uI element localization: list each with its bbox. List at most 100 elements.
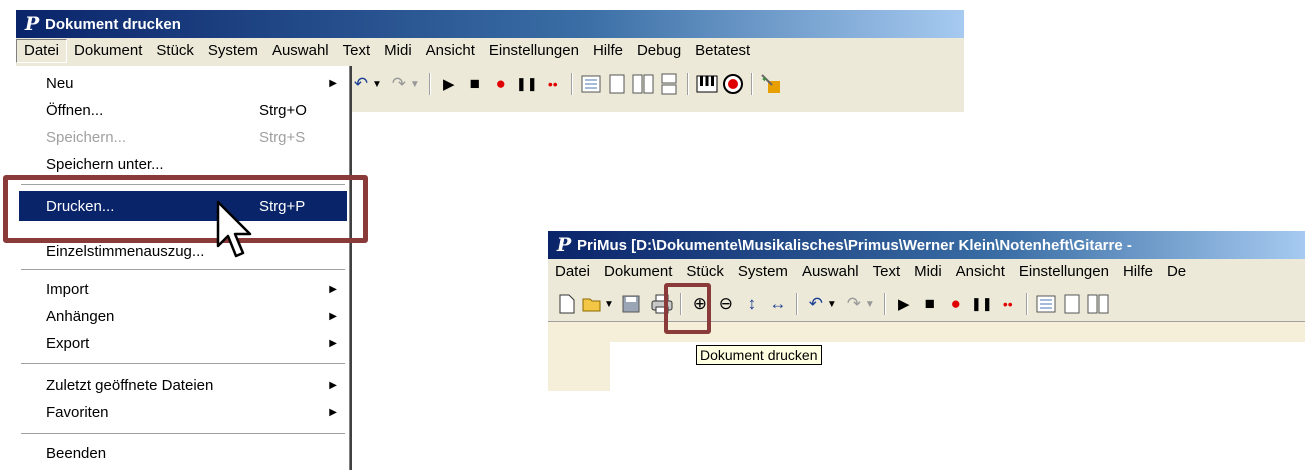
menu-item-shortcut: Strg+O: [259, 102, 307, 119]
submenu-arrow-icon: ▶: [329, 407, 337, 418]
menu-hilfe[interactable]: Hilfe: [1116, 261, 1160, 283]
undo-icon[interactable]: ↶: [804, 291, 828, 317]
menu-item-label: Neu: [46, 75, 74, 92]
record-icon[interactable]: ●: [489, 71, 513, 97]
menu-system[interactable]: System: [731, 261, 795, 283]
menu-dokument[interactable]: Dokument: [597, 261, 679, 283]
menu-item-label: Öffnen...: [46, 102, 104, 119]
menu-item-export[interactable]: Export ▶: [19, 330, 347, 357]
menu-item-favoriten[interactable]: Favoriten ▶: [19, 399, 347, 426]
menu-ansicht[interactable]: Ansicht: [419, 40, 482, 62]
submenu-arrow-icon: ▶: [329, 311, 337, 322]
redo-icon[interactable]: ↷: [387, 71, 411, 97]
wizard-icon[interactable]: ✦: [759, 71, 783, 97]
pause-icon[interactable]: ❚❚: [970, 291, 994, 317]
menu-hilfe[interactable]: Hilfe: [586, 40, 630, 62]
menu-item-neu[interactable]: Neu ▶: [19, 70, 347, 97]
record-step-icon[interactable]: ••: [996, 291, 1020, 317]
zoom-out-icon[interactable]: ⊖: [714, 291, 738, 317]
menu-text[interactable]: Text: [866, 261, 908, 283]
primus-logo-icon: P: [556, 234, 572, 256]
svg-text:✦: ✦: [761, 75, 768, 84]
new-document-icon[interactable]: [555, 291, 579, 317]
single-page-icon[interactable]: [1060, 291, 1084, 317]
submenu-arrow-icon: ▶: [329, 380, 337, 391]
menu-separator: [21, 363, 345, 365]
menu-item-anhaengen[interactable]: Anhängen ▶: [19, 303, 347, 330]
menu-separator: [21, 433, 345, 435]
title-bar: P PriMus [D:\Dokumente\Musikalisches\Pri…: [548, 231, 1305, 259]
record-icon[interactable]: ●: [944, 291, 968, 317]
fit-width-icon[interactable]: ↔: [766, 291, 790, 317]
metronome-icon[interactable]: [721, 71, 745, 97]
menu-debug[interactable]: De: [1160, 261, 1193, 283]
primus-logo-icon: P: [24, 13, 40, 35]
menu-ansicht[interactable]: Ansicht: [949, 261, 1012, 283]
menu-separator: [21, 269, 345, 271]
redo-dropdown-icon[interactable]: ▼: [410, 79, 420, 90]
menu-item-import[interactable]: Import ▶: [19, 276, 347, 303]
open-dropdown-icon[interactable]: ▼: [604, 299, 614, 310]
menu-item-label: Speichern...: [46, 129, 127, 146]
menu-item-speichern[interactable]: Speichern... Strg+S: [19, 124, 347, 151]
menu-betatest[interactable]: Betatest: [688, 40, 757, 62]
datei-menu: Neu ▶ Öffnen... Strg+O Speichern... Strg…: [16, 66, 350, 470]
mouse-cursor-icon: [216, 200, 252, 258]
redo-icon[interactable]: ↷: [842, 291, 866, 317]
title-bar: P Dokument drucken: [16, 10, 964, 38]
redo-dropdown-icon[interactable]: ▼: [865, 299, 875, 310]
score-canvas[interactable]: [548, 321, 1305, 391]
menu-auswahl[interactable]: Auswahl: [265, 40, 336, 62]
two-pages-icon[interactable]: [1086, 291, 1110, 317]
fit-height-icon[interactable]: ↕: [740, 291, 764, 317]
pages-stacked-icon[interactable]: [657, 71, 681, 97]
submenu-arrow-icon: ▶: [329, 338, 337, 349]
menu-item-label: Anhängen: [46, 308, 115, 325]
menu-item-speichern-unter[interactable]: Speichern unter...: [19, 151, 347, 178]
menu-item-label: Speichern unter...: [46, 156, 164, 173]
menu-stueck[interactable]: Stück: [679, 261, 731, 283]
menu-text[interactable]: Text: [336, 40, 378, 62]
menu-datei[interactable]: Datei: [548, 261, 597, 283]
undo-dropdown-icon[interactable]: ▼: [372, 79, 382, 90]
window-title: Dokument drucken: [45, 15, 181, 33]
page-view-icon[interactable]: [1034, 291, 1058, 317]
undo-dropdown-icon[interactable]: ▼: [827, 299, 837, 310]
menu-debug[interactable]: Debug: [630, 40, 688, 62]
menu-auswahl[interactable]: Auswahl: [795, 261, 866, 283]
two-pages-icon[interactable]: [631, 71, 655, 97]
menu-system[interactable]: System: [201, 40, 265, 62]
menu-stueck[interactable]: Stück: [149, 40, 201, 62]
menu-item-zuletzt-geoeffnet[interactable]: Zuletzt geöffnete Dateien ▶: [19, 372, 347, 399]
play-icon[interactable]: ▶: [437, 71, 461, 97]
submenu-arrow-icon: ▶: [329, 78, 337, 89]
menu-einstellungen[interactable]: Einstellungen: [1012, 261, 1116, 283]
open-folder-icon[interactable]: [581, 291, 605, 317]
tooltip-dokument-drucken: Dokument drucken: [696, 345, 822, 365]
highlight-callout-drucken: [3, 175, 368, 243]
menu-item-beenden[interactable]: Beenden: [19, 440, 347, 467]
menubar: Datei Dokument Stück System Auswahl Text…: [548, 259, 1305, 285]
single-page-icon[interactable]: [605, 71, 629, 97]
record-step-icon[interactable]: ••: [541, 71, 565, 97]
menu-einstellungen[interactable]: Einstellungen: [482, 40, 586, 62]
menu-datei[interactable]: Datei: [16, 39, 68, 63]
menu-item-shortcut: Strg+S: [259, 129, 306, 146]
window-title: PriMus [D:\Dokumente\Musikalisches\Primu…: [577, 236, 1132, 254]
menu-midi[interactable]: Midi: [377, 40, 419, 62]
piano-icon[interactable]: [695, 71, 719, 97]
menu-dokument[interactable]: Dokument: [67, 40, 149, 62]
menu-midi[interactable]: Midi: [907, 261, 949, 283]
menu-item-label: Import: [46, 281, 89, 298]
toolbar: ▼ ⊕ ⊖ ↕ ↔ ↶ ▼ ↷ ▼ ▶ ■ ● ❚❚ ••: [548, 288, 1305, 320]
pause-icon[interactable]: ❚❚: [515, 71, 539, 97]
play-icon[interactable]: ▶: [892, 291, 916, 317]
save-icon[interactable]: [619, 291, 643, 317]
stop-icon[interactable]: ■: [463, 71, 487, 97]
menu-item-oeffnen[interactable]: Öffnen... Strg+O: [19, 97, 347, 124]
undo-icon[interactable]: ↶: [349, 71, 373, 97]
menu-item-label: Zuletzt geöffnete Dateien: [46, 377, 214, 394]
stop-icon[interactable]: ■: [918, 291, 942, 317]
page-view-icon[interactable]: [579, 71, 603, 97]
menu-item-label: Export: [46, 335, 90, 352]
